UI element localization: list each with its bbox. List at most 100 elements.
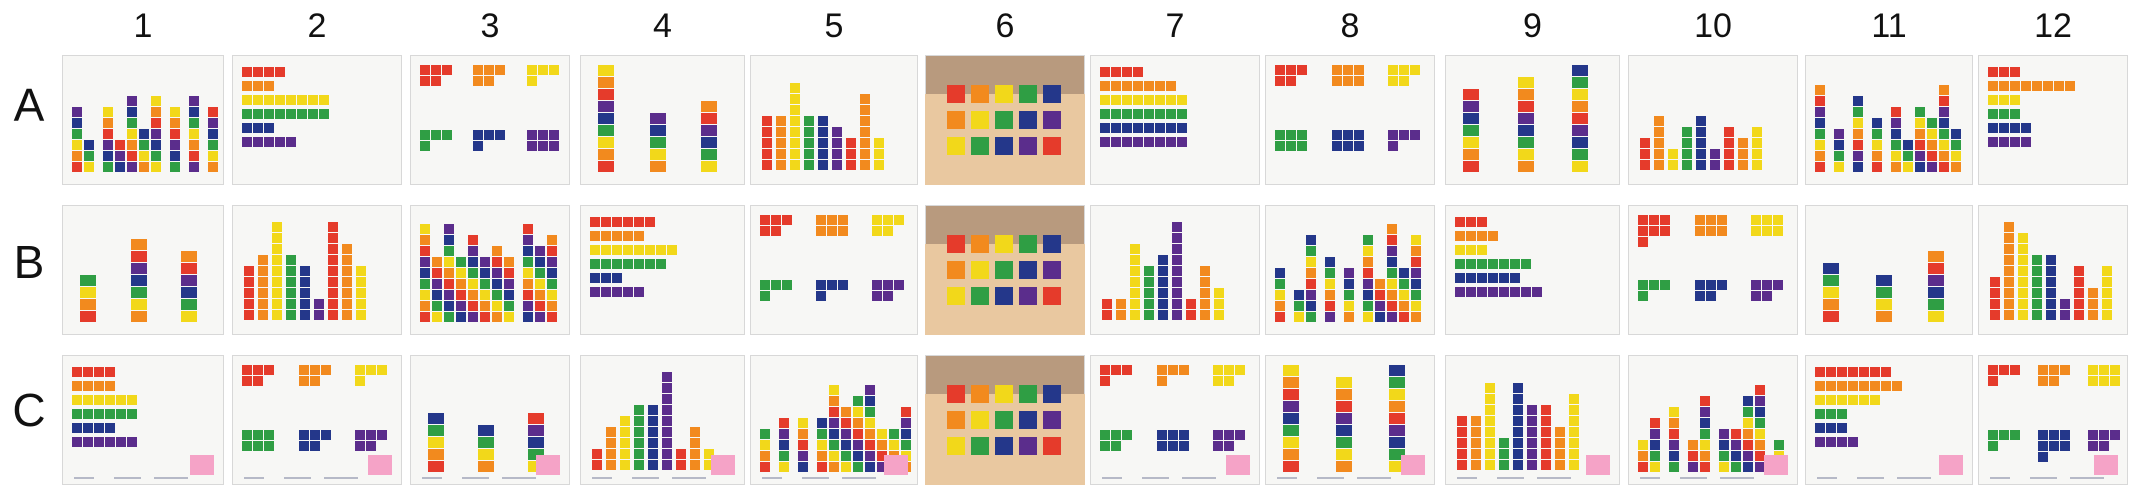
- sticky-tile: [253, 441, 263, 451]
- sticky-tile: [94, 395, 104, 405]
- sticky-tile: [782, 215, 792, 225]
- sticky-tile: [1743, 418, 1753, 428]
- sticky-tile: [242, 430, 252, 440]
- sticky-tile: [598, 149, 614, 160]
- sticky-tile: [1915, 118, 1925, 128]
- column-label-10: 10: [1694, 7, 1732, 45]
- photo-A9: [1445, 55, 1620, 185]
- sticky-tile: [1815, 129, 1825, 139]
- sticky-tile: [1682, 149, 1692, 159]
- sticky-tile: [342, 266, 352, 276]
- sticky-tile: [1927, 129, 1937, 139]
- sticky-tile: [1649, 215, 1659, 225]
- sticky-tile: [1988, 376, 1998, 386]
- sticky-tile: [1891, 129, 1901, 139]
- sticky-tile: [1569, 460, 1579, 470]
- sticky-tile: [1815, 85, 1825, 95]
- sticky-tile: [606, 438, 616, 448]
- sticky-tile: [2049, 365, 2059, 375]
- sticky-tile: [827, 226, 837, 236]
- sticky-tile: [1988, 430, 1998, 440]
- sticky-tile: [1682, 160, 1692, 170]
- sticky-tile: [151, 107, 161, 117]
- sticky-tile: [601, 273, 611, 283]
- sticky-tile: [537, 130, 548, 140]
- sticky-tile: [620, 427, 630, 437]
- sticky-tile: [612, 287, 622, 297]
- sticky-tile: [1411, 312, 1421, 322]
- photo-A6: [925, 55, 1085, 185]
- sticky-tile: [760, 215, 770, 225]
- sticky-tile: [1762, 291, 1773, 301]
- sticky-tile: [860, 116, 870, 126]
- sticky-tile: [432, 268, 442, 278]
- sticky-tile: [1654, 160, 1664, 170]
- sticky-tile: [1224, 376, 1235, 386]
- sticky-tile: [901, 407, 911, 417]
- sticky-tile: [105, 395, 115, 405]
- sticky-tile: [1738, 149, 1748, 159]
- sticky-tile: [1517, 137, 1534, 148]
- sticky-tile: [1572, 77, 1589, 88]
- sticky-tile: [2049, 441, 2059, 451]
- sticky-tile: [1837, 395, 1847, 405]
- sticky-tile: [1541, 449, 1551, 459]
- sticky-tile: [1638, 215, 1648, 225]
- sticky-tile: [1275, 130, 1285, 140]
- sticky-tile: [1669, 451, 1679, 461]
- sticky-tile: [1019, 85, 1037, 103]
- sticky-tile: [1389, 425, 1406, 436]
- sticky-tile: [995, 287, 1013, 305]
- sticky-tile: [1527, 405, 1537, 415]
- photo-B2: [232, 205, 402, 335]
- sticky-tile: [258, 277, 268, 287]
- sticky-tile: [1213, 365, 1224, 375]
- sticky-tile: [189, 162, 199, 172]
- sticky-tile: [995, 261, 1013, 279]
- sticky-tile: [1743, 396, 1753, 406]
- sticky-tile: [366, 365, 377, 375]
- handwriting-stroke: [324, 477, 358, 479]
- sticky-tile: [535, 279, 545, 289]
- sticky-tile: [1043, 111, 1061, 129]
- sticky-tile: [1111, 95, 1121, 105]
- sticky-tile: [701, 137, 718, 148]
- sticky-tile: [130, 311, 147, 322]
- sticky-tile: [1457, 460, 1467, 470]
- sticky-tile: [1130, 299, 1140, 309]
- photo-B9: [1445, 205, 1620, 335]
- sticky-tile: [1471, 449, 1481, 459]
- sticky-tile: [817, 429, 827, 439]
- sticky-tile: [1572, 125, 1589, 136]
- sticky-tile: [818, 116, 828, 126]
- sticky-tile: [2060, 310, 2070, 320]
- sticky-tile: [2010, 95, 2020, 105]
- sticky-tile: [319, 109, 329, 119]
- sticky-tile: [1144, 109, 1154, 119]
- sticky-tile: [105, 409, 115, 419]
- sticky-tile: [690, 449, 700, 459]
- sticky-tile: [762, 116, 772, 126]
- sticky-tile: [601, 287, 611, 297]
- sticky-tile: [838, 226, 848, 236]
- sticky-tile: [1650, 429, 1660, 439]
- sticky-tile: [598, 65, 614, 76]
- sticky-tile: [264, 81, 274, 91]
- sticky-tile: [623, 231, 633, 241]
- sticky-tile: [523, 312, 533, 322]
- sticky-tile: [872, 226, 882, 236]
- sticky-tile: [1815, 381, 1825, 391]
- sticky-tile: [1569, 394, 1579, 404]
- handwriting-stroke: [1277, 477, 1297, 479]
- sticky-tile: [297, 109, 307, 119]
- sticky-tile: [523, 224, 533, 234]
- sticky-tile: [798, 440, 808, 450]
- sticky-tile: [1111, 67, 1121, 77]
- sticky-tile: [1100, 365, 1110, 375]
- sticky-tile: [1186, 310, 1196, 320]
- sticky-tile: [779, 429, 789, 439]
- sticky-tile: [1569, 405, 1579, 415]
- photo-A3: [410, 55, 570, 185]
- sticky-tile: [366, 430, 377, 440]
- sticky-tile: [1100, 109, 1110, 119]
